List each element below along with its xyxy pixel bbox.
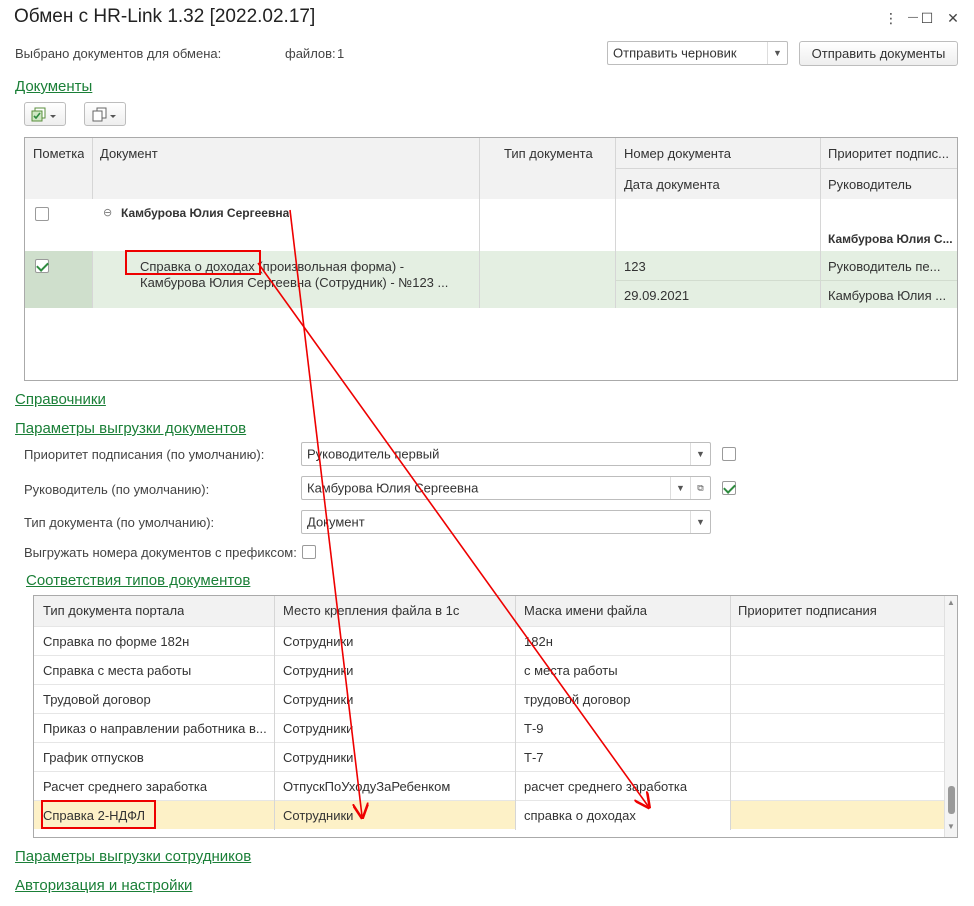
annotation-arrows [257, 209, 974, 906]
annotation-arrow-1 [289, 209, 362, 816]
annotation-arrow-2 [257, 262, 648, 806]
